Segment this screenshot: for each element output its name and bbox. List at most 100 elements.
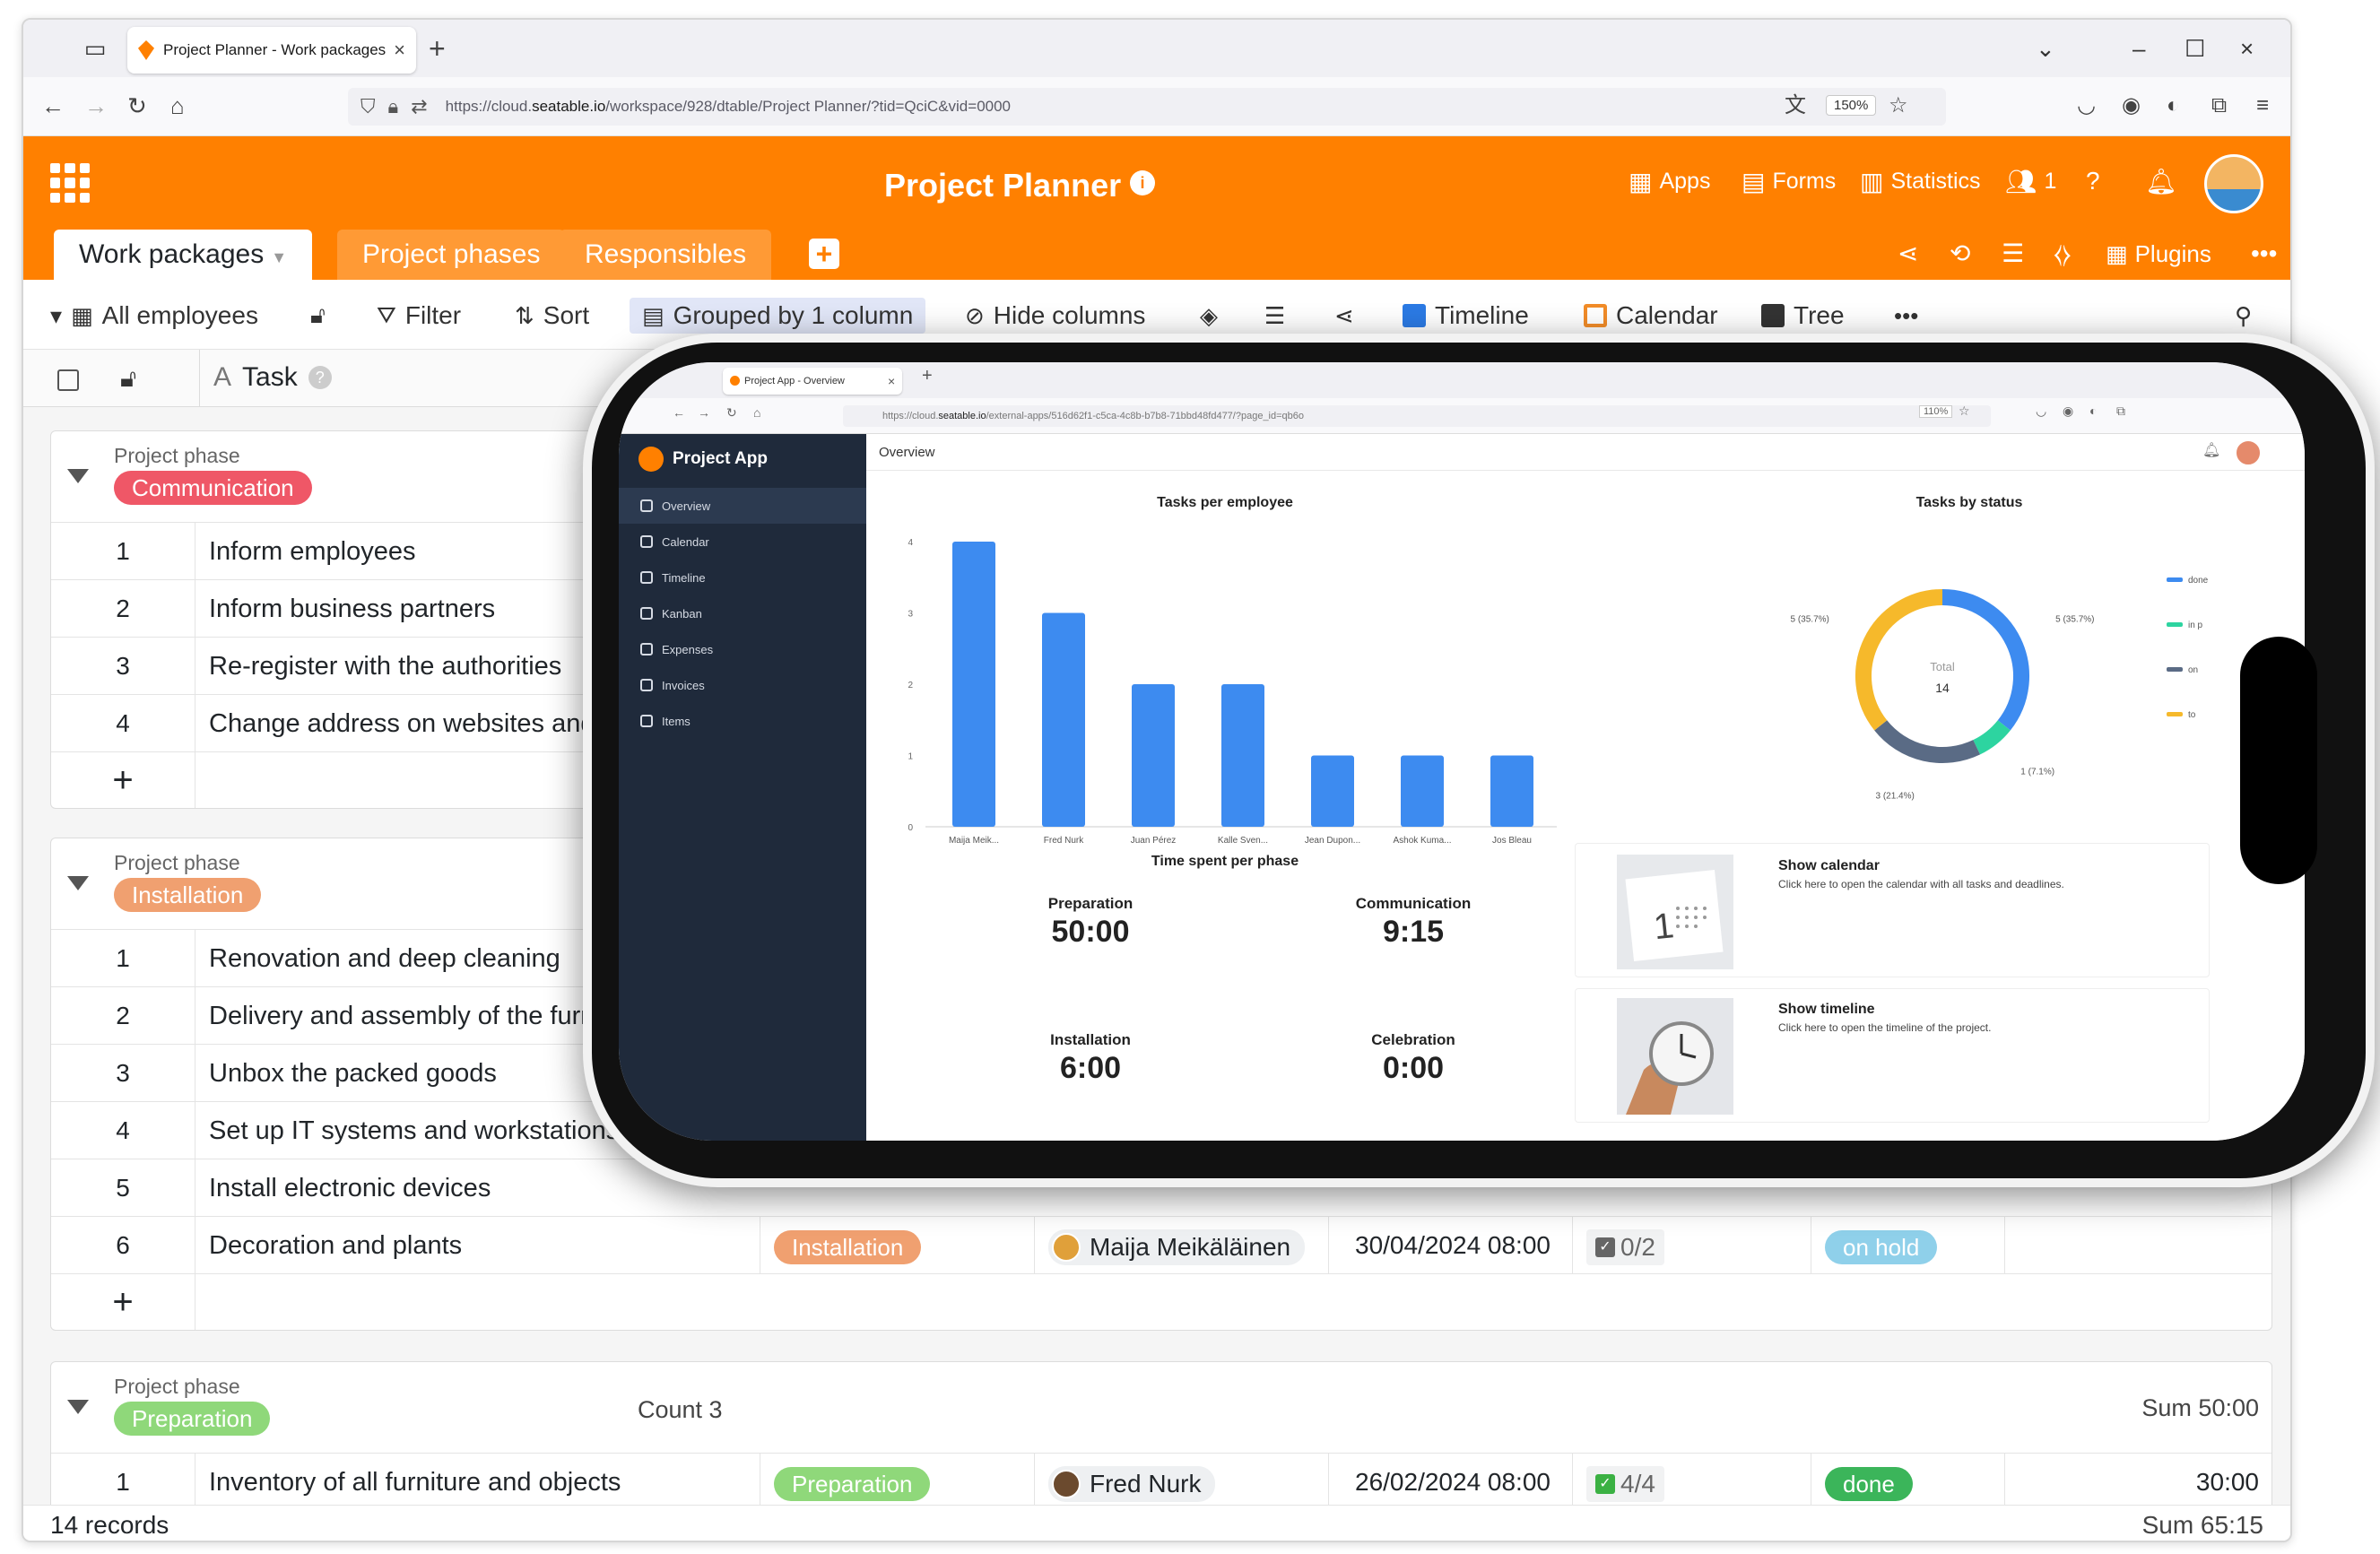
task-cell[interactable]: Install electronic devices — [209, 1159, 491, 1217]
status-cell[interactable]: on hold — [1825, 1217, 1938, 1274]
collapse-arrow-icon[interactable] — [67, 876, 89, 890]
back-button[interactable]: ← — [41, 90, 65, 122]
forms-button[interactable]: ▤ Forms — [1742, 167, 1836, 196]
maximize-button[interactable]: ☐ — [2185, 30, 2205, 66]
extension-icon[interactable]: ◐ — [2089, 404, 2097, 418]
tab-project-phases[interactable]: Project phases — [337, 230, 566, 280]
phone-browser-tab[interactable]: Project App - Overview — [723, 368, 902, 395]
history-icon[interactable]: ⟲ — [1950, 239, 1970, 269]
sidebar-item-overview[interactable]: Overview — [619, 488, 866, 524]
task-cell[interactable]: Set up IT systems and workstations — [209, 1102, 619, 1159]
app-logo[interactable]: Project App — [638, 447, 768, 472]
settings-sliders-icon[interactable]: ☰ — [2002, 239, 2024, 269]
lock-icon[interactable]: 🔓︎ — [120, 364, 136, 394]
more-views-button[interactable]: ••• — [1894, 298, 1918, 334]
checklist-cell[interactable]: ✓ 4/4 — [1586, 1454, 1664, 1505]
show-calendar-card[interactable]: 1 Show calendar Click here to open the c… — [1575, 843, 2210, 977]
tab-work-packages[interactable]: Work packages ▼ — [54, 230, 313, 280]
extension-icon[interactable]: ◐ — [2167, 90, 2180, 122]
bookmark-star-icon[interactable]: ☆ — [1959, 404, 1970, 419]
task-cell[interactable]: Inform employees — [209, 523, 416, 580]
zoom-level[interactable]: 110% — [1919, 405, 1953, 418]
task-cell[interactable]: Decoration and plants — [209, 1217, 462, 1274]
avatar[interactable] — [2235, 439, 2262, 466]
collaborators-button[interactable]: 👥︎ 1 — [2005, 167, 2056, 196]
app-grid-icon[interactable] — [50, 163, 90, 203]
info-icon[interactable]: i — [1130, 170, 1155, 195]
phase-cell[interactable]: Preparation — [774, 1454, 931, 1505]
tab-responsibles[interactable]: Responsibles — [560, 230, 772, 280]
extensions-puzzle-icon[interactable]: ⧉ — [2211, 90, 2227, 122]
timeline-button[interactable]: Timeline — [1403, 298, 1529, 334]
apps-button[interactable]: ▦ Apps — [1629, 167, 1710, 196]
reload-button[interactable]: ↻ — [726, 405, 737, 421]
checklist-cell[interactable]: ✓ 0/2 — [1586, 1217, 1664, 1274]
back-button[interactable]: ← — [673, 405, 685, 420]
view-selector[interactable]: ▾ ▦ All employees — [50, 298, 258, 334]
group-button[interactable]: ▤ Grouped by 1 column — [630, 298, 926, 334]
row-height-button[interactable]: ☰ — [1264, 298, 1285, 334]
sidebar-item-kanban[interactable]: Kanban — [619, 595, 866, 631]
tree-button[interactable]: Tree — [1761, 298, 1845, 334]
filter-button[interactable]: ⛛ Filter — [377, 298, 461, 334]
responsible-cell[interactable]: Fred Nurk — [1048, 1454, 1216, 1505]
date-cell[interactable]: 26/02/2024 08:00 — [1355, 1454, 1550, 1505]
task-cell[interactable]: Delivery and assembly of the furn — [209, 987, 595, 1045]
browser-tab[interactable]: Project Planner - Work packages × — [127, 27, 416, 74]
address-bar[interactable]: ⛉ 🔒︎ ⇄ https://cloud.seatable.io/workspa… — [348, 88, 1946, 126]
hide-columns-button[interactable]: ⊘ Hide columns — [965, 298, 1145, 334]
share-icon[interactable]: ⋖ — [1898, 239, 1918, 269]
zoom-level[interactable]: 150% — [1826, 95, 1877, 116]
lock-view-button[interactable]: 🔓︎ — [310, 298, 326, 334]
collapse-arrow-icon[interactable] — [67, 469, 89, 483]
task-cell[interactable]: Unbox the packed goods — [209, 1045, 497, 1102]
row-color-button[interactable]: ◈ — [1200, 298, 1218, 334]
share-view-button[interactable]: ⋖ — [1334, 298, 1354, 334]
new-tab-button[interactable]: + — [922, 366, 933, 386]
phone-address-bar[interactable]: https://cloud.seatable.io/external-apps/… — [843, 405, 1991, 427]
search-button[interactable]: ⚲ — [2235, 298, 2252, 334]
pocket-icon[interactable]: ◡ — [2036, 404, 2046, 419]
home-button[interactable]: ⌂ — [753, 405, 760, 420]
tab-list-icon[interactable]: ▭ — [79, 32, 111, 65]
bell-icon[interactable]: 🔔︎ — [2202, 441, 2220, 459]
calendar-button[interactable]: Calendar — [1584, 298, 1718, 334]
home-button[interactable]: ⌂ — [170, 90, 185, 122]
translate-icon[interactable]: 文 — [1785, 90, 1806, 122]
sort-button[interactable]: ⇅ Sort — [515, 298, 589, 334]
duration-cell[interactable]: 30:00 — [2196, 1454, 2259, 1505]
table-row[interactable]: 6 Decoration and plants Installation Mai… — [51, 1217, 2271, 1274]
phase-cell[interactable]: Installation — [774, 1217, 922, 1274]
task-cell[interactable]: Inventory of all furniture and objects — [209, 1454, 621, 1505]
sidebar-item-invoices[interactable]: Invoices — [619, 667, 866, 703]
task-cell[interactable]: Inform business partners — [209, 580, 495, 638]
scripts-icon[interactable]: ⧼⧽ — [2054, 239, 2072, 269]
bookmark-star-icon[interactable]: ☆ — [1889, 90, 1908, 122]
collapse-arrow-icon[interactable] — [67, 1400, 89, 1414]
sidebar-item-items[interactable]: Items — [619, 703, 866, 739]
pocket-icon[interactable]: ◡ — [2077, 90, 2096, 122]
sidebar-item-expenses[interactable]: Expenses — [619, 631, 866, 667]
sidebar-item-timeline[interactable]: Timeline — [619, 560, 866, 595]
close-tab-icon[interactable]: × — [394, 39, 405, 62]
close-window-button[interactable]: × — [2240, 30, 2254, 66]
add-table-button[interactable]: + — [809, 239, 839, 269]
reload-button[interactable]: ↻ — [127, 90, 147, 122]
select-all-checkbox[interactable] — [57, 369, 79, 391]
new-tab-button[interactable]: + — [429, 32, 446, 65]
notifications-button[interactable]: 🔔︎ — [2145, 167, 2177, 196]
task-cell[interactable]: Change address on websites and — [209, 695, 595, 752]
account-icon[interactable]: ◉ — [2063, 404, 2073, 419]
plugins-button[interactable]: ▦ Plugins — [2106, 239, 2211, 269]
chevron-down-icon[interactable]: ⌄ — [2036, 30, 2055, 66]
group-header[interactable]: Project phase Preparation Count 3 Sum 50… — [51, 1362, 2271, 1454]
minimize-button[interactable]: – — [2132, 30, 2145, 66]
help-icon[interactable]: ? — [308, 366, 332, 389]
show-timeline-card[interactable]: Show timeline Click here to open the tim… — [1575, 988, 2210, 1123]
extensions-puzzle-icon[interactable]: ⧉ — [2116, 404, 2125, 419]
table-row[interactable]: 1 Inventory of all furniture and objects… — [51, 1454, 2271, 1505]
sidebar-item-calendar[interactable]: Calendar — [619, 524, 866, 560]
forward-button[interactable]: → — [698, 405, 710, 420]
date-cell[interactable]: 30/04/2024 08:00 — [1355, 1217, 1550, 1274]
status-cell[interactable]: done — [1825, 1454, 1913, 1505]
